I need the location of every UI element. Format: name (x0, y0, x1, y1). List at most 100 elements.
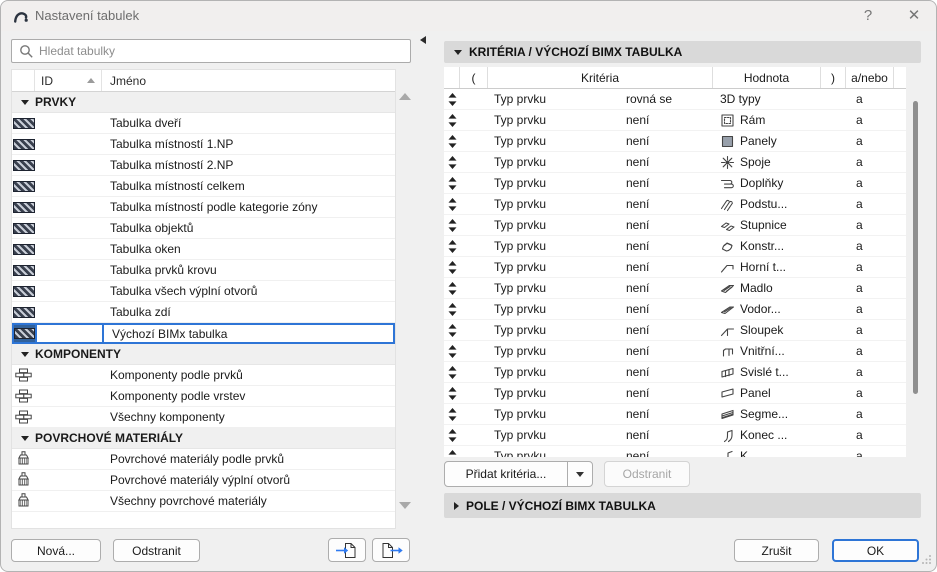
resize-grip[interactable] (921, 554, 932, 568)
row-drag-handle[interactable] (444, 387, 460, 400)
handle-column-header (444, 67, 460, 88)
criteria-row[interactable]: Typ prvkuneníVodor...a (444, 299, 906, 320)
criteria-row[interactable]: Typ prvkuneníKonec ...a (444, 425, 906, 446)
drag-handle-icon (448, 324, 457, 337)
row-drag-handle[interactable] (444, 450, 460, 458)
logic-value: a (846, 134, 894, 148)
list-item[interactable]: Tabulka prvků krovu (12, 260, 395, 281)
resize-grip-icon (921, 554, 932, 565)
row-drag-handle[interactable] (444, 345, 460, 358)
row-drag-handle[interactable] (444, 429, 460, 442)
list-item[interactable]: Všechny komponenty (12, 407, 395, 428)
row-drag-handle[interactable] (444, 93, 460, 106)
list-item[interactable]: Povrchové materiály podle prvků (12, 449, 395, 470)
list-item[interactable]: Tabulka oken (12, 239, 395, 260)
criteria-row[interactable]: Typ prvkurovná se3D typya (444, 89, 906, 110)
section-header[interactable]: POVRCHOVÉ MATERIÁLY (12, 428, 395, 449)
scroll-down-arrow[interactable] (399, 502, 411, 509)
search-input[interactable] (39, 41, 407, 61)
criteria-value: Doplňky (713, 176, 821, 191)
list-item[interactable]: Komponenty podle vrstev (12, 386, 395, 407)
list-item[interactable]: Tabulka místností podle kategorie zóny (12, 197, 395, 218)
add-criteria-button[interactable]: Přidat kritéria... (445, 462, 567, 486)
list-item[interactable]: Všechny povrchové materiály (12, 491, 395, 512)
list-item[interactable]: Povrchové materiály výplní otvorů (12, 470, 395, 491)
list-item[interactable]: Tabulka objektů (12, 218, 395, 239)
window-title: Nastavení tabulek (35, 1, 139, 31)
name-column-header[interactable]: Jméno (102, 70, 395, 91)
criteria-row[interactable]: Typ prvkuneníRáma (444, 110, 906, 131)
panel-collapse-icon[interactable] (420, 36, 426, 44)
criteria-row[interactable]: Typ prvkuneníSegme...a (444, 404, 906, 425)
criteria-operator: není (626, 386, 713, 400)
criteria-value-label: K... (740, 449, 758, 457)
help-button[interactable]: ? (855, 1, 881, 31)
criteria-row[interactable]: Typ prvkuneníKonstr...a (444, 236, 906, 257)
row-drag-handle[interactable] (444, 219, 460, 232)
cancel-button[interactable]: Zrušit (734, 539, 819, 562)
list-item-selected[interactable]: Výchozí BIMx tabulka (12, 323, 395, 344)
component-icon (15, 410, 32, 424)
row-drag-handle[interactable] (444, 303, 460, 316)
row-drag-handle[interactable] (444, 282, 460, 295)
ok-button[interactable]: OK (832, 539, 919, 562)
list-item[interactable]: Tabulka dveří (12, 113, 395, 134)
criteria-row[interactable]: Typ prvkuneníMadloa (444, 278, 906, 299)
new-schedule-button[interactable]: Nová... (11, 539, 101, 562)
criteria-scrollbar-thumb[interactable] (913, 101, 918, 394)
criteria-row[interactable]: Typ prvkuneníPanela (444, 383, 906, 404)
scroll-up-arrow[interactable] (399, 93, 411, 100)
close-button[interactable]: ✕ (899, 1, 929, 31)
fields-section-header[interactable]: POLE / VÝCHOZÍ BIMX TABULKA (444, 493, 921, 518)
list-column-header: ID Jméno (12, 70, 395, 92)
row-drag-handle[interactable] (444, 198, 460, 211)
criteria-row[interactable]: Typ prvkuneníSloupeka (444, 320, 906, 341)
criteria-row[interactable]: Typ prvkuneníPodstu...a (444, 194, 906, 215)
import-button[interactable] (328, 538, 366, 562)
criteria-value: Konstr... (713, 239, 821, 254)
row-drag-handle[interactable] (444, 240, 460, 253)
schedule-icon (14, 325, 37, 342)
criteria-row[interactable]: Typ prvkuneníSpojea (444, 152, 906, 173)
row-drag-handle[interactable] (444, 324, 460, 337)
drag-handle-icon (448, 303, 457, 316)
delete-schedule-button[interactable]: Odstranit (113, 539, 200, 562)
row-drag-handle[interactable] (444, 261, 460, 274)
remove-criteria-button[interactable]: Odstranit (604, 461, 690, 487)
criteria-operator: rovná se (626, 92, 713, 106)
criteria-row[interactable]: Typ prvkuneníVnitřní...a (444, 341, 906, 362)
list-item[interactable]: Tabulka místností 2.NP (12, 155, 395, 176)
section-header[interactable]: KOMPONENTY (12, 344, 395, 365)
id-column-header[interactable]: ID (35, 70, 102, 91)
drag-handle-icon (448, 135, 457, 148)
list-item[interactable]: Tabulka místností celkem (12, 176, 395, 197)
schedule-icon (14, 328, 35, 339)
drag-handle-icon (448, 387, 457, 400)
list-item[interactable]: Tabulka místností 1.NP (12, 134, 395, 155)
export-icon (379, 542, 403, 559)
export-button[interactable] (372, 538, 410, 562)
row-drag-handle[interactable] (444, 177, 460, 190)
row-drag-handle[interactable] (444, 135, 460, 148)
list-item-name: Tabulka všech výplní otvorů (102, 284, 395, 298)
list-item[interactable]: Tabulka zdí (12, 302, 395, 323)
criteria-row[interactable]: Typ prvkuneníPanelya (444, 131, 906, 152)
add-criteria-dropdown[interactable] (567, 462, 592, 486)
criteria-row[interactable]: Typ prvkuneníK...a (444, 446, 906, 457)
criteria-row[interactable]: Typ prvkuneníSvislé t...a (444, 362, 906, 383)
criteria-section-header[interactable]: KRITÉRIA / VÝCHOZÍ BIMX TABULKA (444, 41, 921, 63)
list-item[interactable]: Komponenty podle prvků (12, 365, 395, 386)
criteria-row[interactable]: Typ prvkuneníHorní t...a (444, 257, 906, 278)
row-drag-handle[interactable] (444, 114, 460, 127)
section-header[interactable]: PRVKY (12, 92, 395, 113)
criteria-row[interactable]: Typ prvkuneníDoplňkya (444, 173, 906, 194)
remove-criteria-label: Odstranit (623, 467, 672, 481)
row-drag-handle[interactable] (444, 408, 460, 421)
list-item[interactable]: Tabulka všech výplní otvorů (12, 281, 395, 302)
tread-icon (720, 197, 735, 212)
criteria-name: Typ prvku (488, 428, 626, 442)
row-drag-handle[interactable] (444, 366, 460, 379)
criteria-row[interactable]: Typ prvkuneníStupnicea (444, 215, 906, 236)
row-drag-handle[interactable] (444, 156, 460, 169)
schedule-icon (13, 139, 35, 150)
